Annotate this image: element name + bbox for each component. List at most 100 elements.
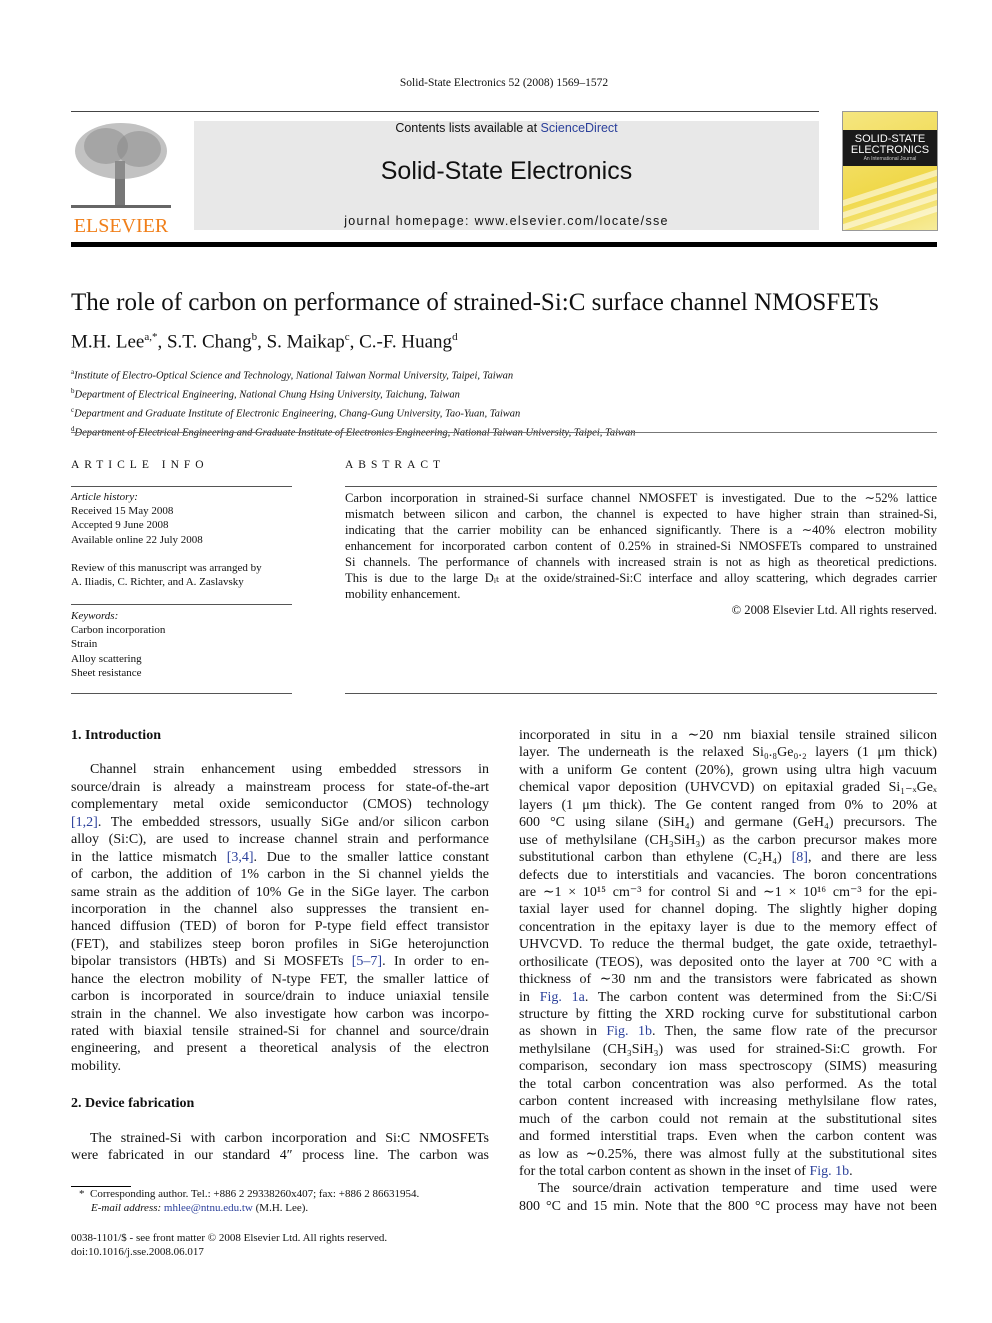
body-text-line: and formed interstitial traps. Even when… — [519, 1129, 937, 1145]
footnote: * Corresponding author. Tel.: +886 2 293… — [71, 1187, 419, 1215]
author[interactable]: C.-F. Huang — [359, 331, 452, 352]
review-note: Review of this manuscript was arranged b… — [71, 561, 262, 574]
body-text-line: incorporated in situ in a ∼20 nm biaxial… — [519, 728, 937, 743]
body-text-line: 600 °C using silane (SiH₄) and germane (… — [519, 815, 937, 831]
body-right-column: incorporated in situ in a ∼20 nm biaxial… — [519, 727, 937, 1215]
body-text-line: with a uniform Ge content (20%), grown u… — [519, 762, 937, 778]
body-text-line: carbon content increased with increasing… — [519, 1094, 937, 1110]
article-history: Article history: Received 15 May 2008 Ac… — [71, 490, 296, 589]
journal-cover: SOLID-STATE ELECTRONICS An International J… — [842, 111, 938, 231]
header-thick-rule — [71, 242, 937, 247]
body-text-line: thickness of ∼30 nm and the transistors … — [519, 972, 937, 988]
review-editors: A. Iliadis, C. Richter, and A. Zaslavsky — [71, 576, 244, 589]
corresponding-author: Corresponding author. Tel.: +886 2 29338… — [90, 1188, 420, 1200]
body-text-line: substitutional carbon than ethylene (C₂H… — [519, 850, 937, 866]
body-text-line: bipolar transistors (HBTs) and Si MOSFET… — [71, 954, 489, 970]
body-left-column: 1. Introduction Channel strain enhanceme… — [71, 727, 489, 1165]
issn-line: 0038-1101/$ - see front matter © 2008 El… — [71, 1232, 388, 1244]
cover-title-2: ELECTRONICS — [850, 144, 930, 156]
body-text-line: carbon is incorporated in source/drain t… — [71, 989, 489, 1005]
reference-link[interactable]: Fig. 1b — [809, 1164, 849, 1179]
sciencedirect-link[interactable]: ScienceDirect — [541, 121, 618, 135]
keyword: Sheet resistance — [71, 666, 142, 679]
email-label: E-mail address: — [91, 1202, 162, 1214]
journal-homepage[interactable]: journal homepage: www.elsevier.com/locat… — [194, 214, 819, 228]
body-text-line: taxial layer used for channel doping. Th… — [519, 902, 937, 918]
abstract-line: enhancement for incorporated carbon cont… — [345, 539, 937, 553]
divider — [71, 604, 292, 605]
body-text-line: for the total carbon content as shown in… — [519, 1163, 853, 1179]
body-text-line: incorporation in the channel also suppre… — [71, 901, 489, 917]
abstract-line: Carbon incorporation in strained-Si surf… — [345, 491, 937, 505]
abstract-heading: ABSTRACT — [345, 459, 446, 471]
abstract-line: mismatch between silicon and carbon, the… — [345, 507, 937, 521]
affiliations: aInstitute of Electro-Optical Science an… — [71, 365, 636, 441]
divider — [71, 486, 292, 487]
body-text-line: 800 °C and 15 min. Note that the 800 °C … — [519, 1198, 937, 1214]
reference-link[interactable]: [3,4] — [227, 850, 254, 865]
accepted-date: Accepted 9 June 2008 — [71, 519, 169, 532]
affiliation: aInstitute of Electro-Optical Science an… — [71, 368, 514, 382]
abstract-body: Carbon incorporation in strained-Si surf… — [345, 490, 937, 618]
divider — [71, 432, 937, 433]
keyword: Alloy scattering — [71, 652, 142, 665]
body-text-line: defects due to interstitials and vacanci… — [519, 867, 937, 883]
body-text-line: much of the carbon could not remain at t… — [519, 1111, 937, 1127]
section-heading: 1. Introduction — [71, 728, 161, 743]
body-text-line: strain in the channel. We also investiga… — [71, 1006, 489, 1022]
author[interactable]: M.H. Lee — [71, 331, 144, 352]
cover-subtitle: An International Journal — [863, 156, 917, 162]
online-date: Available online 22 July 2008 — [71, 533, 203, 546]
reference-link[interactable]: [5–7] — [352, 954, 382, 969]
affiliation: cDepartment and Graduate Institute of El… — [71, 406, 521, 420]
reference-link[interactable]: [8] — [792, 850, 808, 865]
body-text-line: of carbon, the addition of 1% carbon in … — [71, 867, 489, 883]
body-text-line: layer. The underneath is the relaxed Si₀… — [519, 745, 937, 761]
reference-link[interactable]: Fig. 1b — [606, 1024, 652, 1039]
body-text-line: comparison, secondary ion mass spectrosc… — [519, 1059, 937, 1075]
doi-line[interactable]: doi:10.1016/j.sse.2008.06.017 — [71, 1245, 387, 1259]
reference-link[interactable]: Fig. 1a — [540, 990, 585, 1005]
author-list: M.H. Leea,*, S.T. Changb, S. Maikapc, C.… — [71, 331, 458, 353]
body-text-line: are ∼1 × 10¹⁵ cm⁻³ for control Si and ∼1… — [519, 884, 937, 900]
footnote-mark: * — [79, 1188, 85, 1200]
author-affil-mark: d — [452, 331, 458, 343]
body-text-line: engineering, and present a theoretical a… — [71, 1041, 489, 1057]
body-text-line: chemical vapor deposition (UHVCVD) on ep… — [519, 780, 937, 796]
author-affil-mark: a,* — [144, 331, 158, 343]
body-text-line: The source/drain activation temperature … — [538, 1181, 937, 1197]
abstract-line: Si channels. The performance of channels… — [345, 555, 937, 569]
divider — [345, 693, 937, 694]
elsevier-wordmark: ELSEVIER — [73, 215, 169, 237]
contents-label: Contents lists available at — [395, 121, 541, 135]
abstract-line: This is due to the large Dᵢₜ at the oxid… — [345, 571, 937, 585]
body-text-line: mobility. — [71, 1058, 122, 1074]
body-text-line: rated with biaxial tensile strained-Si f… — [71, 1024, 489, 1039]
body-text-line: [1,2]. The embedded stressors, usually S… — [71, 814, 489, 830]
body-text-line: as low as ∼0.25%, there was almost fully… — [519, 1146, 937, 1162]
author[interactable]: S. Maikap — [267, 331, 345, 352]
body-text-line: layers (1 μm thick). The Ge content rang… — [519, 797, 937, 813]
article-info-heading: ARTICLE INFO — [71, 459, 209, 471]
copyright: © 2008 Elsevier Ltd. All rights reserved… — [731, 603, 937, 617]
running-head: Solid-State Electronics 52 (2008) 1569–1… — [399, 77, 609, 89]
keywords: Keywords: Carbon incorporation Strain Al… — [71, 609, 296, 680]
affiliation: bDepartment of Electrical Engineering, N… — [71, 387, 460, 401]
history-label: Article history: — [71, 491, 138, 503]
body-text-line: The strained-Si with carbon incorporatio… — [90, 1130, 489, 1146]
header-rule — [71, 111, 819, 112]
email-link[interactable]: mhlee@ntnu.edu.tw — [164, 1202, 253, 1214]
keyword: Strain — [71, 638, 98, 651]
author-affil-mark: b — [251, 331, 258, 343]
body-text-line: concentration in the epitaxy layer is du… — [519, 919, 937, 935]
body-text-line: methylsilane (CH₃SiH₃) was used for stra… — [519, 1041, 937, 1057]
body-text-line: in the lattice mismatch [3,4]. Due to th… — [71, 849, 489, 865]
body-text-line: as shown in Fig. 1b. Then, the same flow… — [519, 1024, 937, 1040]
author[interactable]: S.T. Chang — [167, 331, 252, 352]
section-heading: 2. Device fabrication — [71, 1096, 195, 1112]
body-text-line: (FET), and stabilizes steep boron profil… — [71, 936, 489, 952]
contents-line: Contents lists available at ScienceDirec… — [194, 121, 819, 135]
reference-link[interactable]: [1,2] — [71, 815, 98, 830]
body-text-line: orthosilicate (TEOS), was deposited onto… — [519, 954, 937, 970]
body-text-line: complementary metal oxide semiconductor … — [71, 797, 489, 813]
